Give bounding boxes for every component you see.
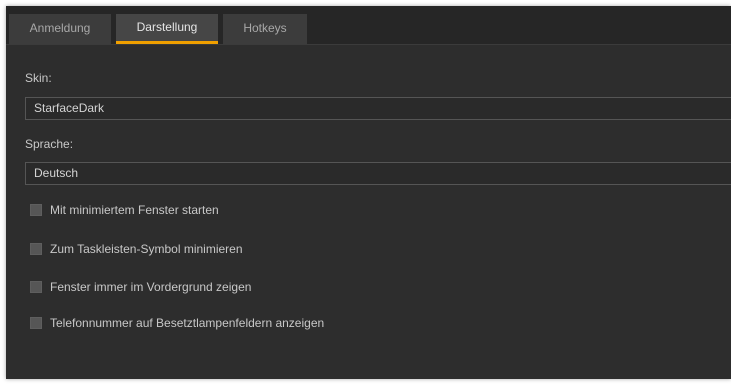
- option-start-minimized[interactable]: Mit minimiertem Fenster starten: [30, 203, 219, 217]
- always-on-top-checkbox[interactable]: [30, 281, 42, 293]
- language-label: Sprache:: [25, 137, 74, 151]
- tab-panel-darstellung: Skin: StarfaceDark Sprache: Deutsch Mit …: [6, 45, 731, 379]
- tab-bar: Anmeldung Darstellung Hotkeys: [6, 6, 731, 45]
- option-minimize-to-tray[interactable]: Zum Taskleisten-Symbol minimieren: [30, 242, 243, 256]
- option-show-phone-number-blf[interactable]: Telefonnummer auf Besetztlampenfeldern a…: [30, 316, 324, 330]
- tab-hotkeys[interactable]: Hotkeys: [223, 14, 307, 44]
- start-minimized-checkbox[interactable]: [30, 204, 42, 216]
- start-minimized-label: Mit minimiertem Fenster starten: [50, 203, 219, 217]
- tab-anmeldung[interactable]: Anmeldung: [9, 14, 111, 44]
- tab-darstellung[interactable]: Darstellung: [116, 14, 218, 44]
- minimize-to-tray-checkbox[interactable]: [30, 243, 42, 255]
- show-phone-number-blf-checkbox[interactable]: [30, 317, 42, 329]
- skin-select[interactable]: StarfaceDark: [25, 97, 731, 120]
- language-select[interactable]: Deutsch: [25, 162, 731, 185]
- settings-window: Anmeldung Darstellung Hotkeys Skin: Star…: [6, 6, 731, 379]
- always-on-top-label: Fenster immer im Vordergrund zeigen: [50, 280, 252, 294]
- minimize-to-tray-label: Zum Taskleisten-Symbol minimieren: [50, 242, 243, 256]
- skin-label: Skin:: [25, 71, 52, 85]
- show-phone-number-blf-label: Telefonnummer auf Besetztlampenfeldern a…: [50, 316, 325, 330]
- option-always-on-top[interactable]: Fenster immer im Vordergrund zeigen: [30, 280, 251, 294]
